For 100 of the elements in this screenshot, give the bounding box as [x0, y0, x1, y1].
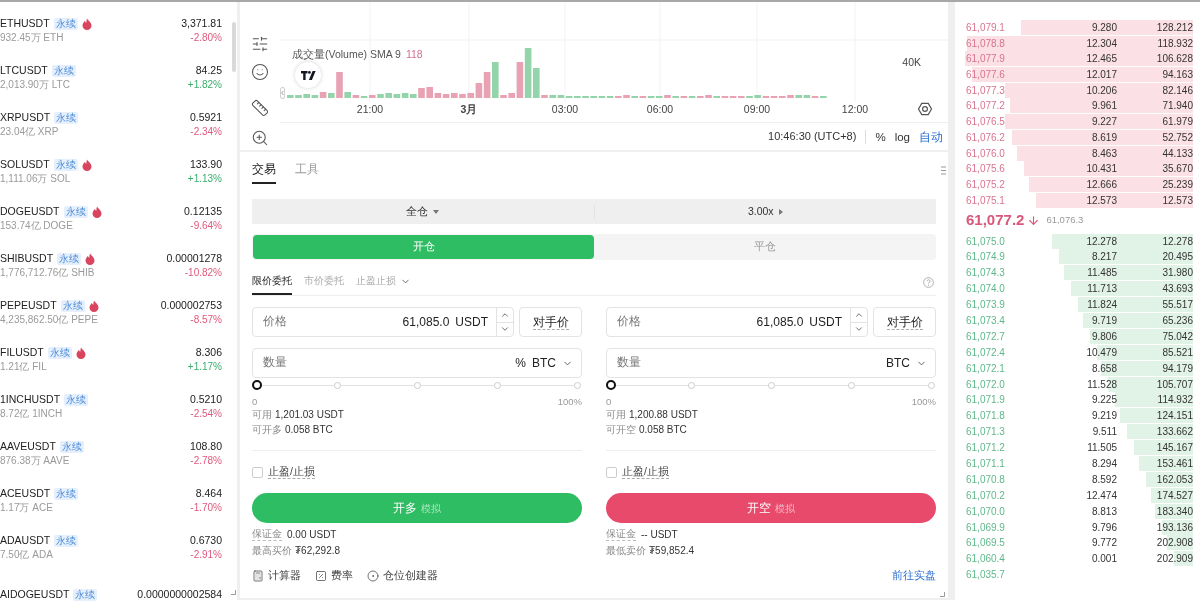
bid-price[interactable]: 61,071.3: [958, 424, 1047, 440]
pair-symbol[interactable]: ETHUSDT: [0, 17, 50, 30]
pair-symbol[interactable]: ADAUSDT: [0, 534, 51, 547]
order-type-tab[interactable]: 市价委托: [304, 275, 344, 295]
ask-price[interactable]: 61,076.5: [958, 114, 1047, 130]
ask-price[interactable]: 61,075.1: [958, 192, 1047, 208]
tpsl-checkbox[interactable]: [606, 466, 617, 478]
pair-symbol[interactable]: SOLUSDT: [0, 158, 50, 171]
help-icon[interactable]: [923, 277, 934, 288]
chart-logo-icon[interactable]: [295, 62, 321, 88]
position-tab[interactable]: 开仓: [253, 235, 594, 259]
scale-mode-button[interactable]: %: [875, 129, 886, 144]
smiley-icon[interactable]: [251, 63, 269, 81]
order-type-tab[interactable]: 止盈止损: [356, 275, 411, 295]
bid-price[interactable]: 61,072.7: [958, 328, 1047, 344]
bid-price[interactable]: 61,069.9: [958, 519, 1047, 535]
resize-handle-icon[interactable]: [231, 590, 236, 595]
bid-price[interactable]: 61,075.0: [958, 233, 1047, 249]
panel-tab[interactable]: 交易: [252, 162, 276, 184]
pair-symbol[interactable]: SHIBUSDT: [0, 252, 54, 265]
tpsl-label[interactable]: 止盈/止损: [268, 465, 315, 479]
pair-symbol[interactable]: LTCUSDT: [0, 64, 48, 77]
menu-icon[interactable]: [941, 166, 946, 175]
slider-track[interactable]: [252, 380, 582, 390]
slider-track[interactable]: [606, 380, 936, 390]
ask-price[interactable]: 61,077.9: [958, 51, 1047, 67]
zoom-in-icon[interactable]: [251, 129, 269, 147]
open-short-button[interactable]: 开空 模拟: [606, 493, 936, 523]
pair-symbol[interactable]: DOGEUSDT: [0, 205, 60, 218]
unit-label[interactable]: BTC: [886, 354, 910, 372]
margin-mode-button[interactable]: 全仓: [252, 203, 594, 220]
counter-price-button[interactable]: 对手价: [519, 307, 582, 337]
bid-price[interactable]: 61,073.4: [958, 313, 1047, 328]
pair-symbol[interactable]: 1INCHUSDT: [0, 393, 61, 406]
bid-price[interactable]: 61,035.7: [958, 567, 1193, 583]
ask-price[interactable]: 61,079.1: [958, 20, 1047, 35]
bid-price[interactable]: 61,071.9: [958, 392, 1047, 408]
pair-symbol[interactable]: AAVEUSDT: [0, 440, 56, 453]
ask-price[interactable]: 61,077.6: [958, 67, 1047, 83]
ask-price[interactable]: 61,078.8: [958, 35, 1047, 51]
ruler-icon[interactable]: [251, 99, 269, 117]
tool-button[interactable]: 计算器: [252, 568, 301, 584]
slider-thumb[interactable]: [606, 380, 616, 390]
settings-icon[interactable]: [917, 102, 933, 116]
tool-button[interactable]: 仓位创建器: [367, 568, 438, 584]
percent-toggle[interactable]: %: [515, 354, 526, 372]
pair-symbol[interactable]: XRPUSDT: [0, 111, 51, 124]
bid-price[interactable]: 61,074.0: [958, 281, 1047, 297]
tpsl-checkbox[interactable]: [252, 466, 263, 478]
ask-price[interactable]: 61,075.6: [958, 161, 1047, 177]
pair-symbol[interactable]: ACEUSDT: [0, 487, 51, 500]
bid-total: 202.909: [1155, 552, 1193, 567]
collapse-handle-icon[interactable]: [280, 87, 285, 99]
counter-price-button[interactable]: 对手价: [873, 307, 936, 337]
pair-symbol[interactable]: AIDOGEUSDT: [0, 588, 70, 601]
order-type-tab[interactable]: 限价委托: [252, 275, 292, 295]
bid-price[interactable]: 61,070.2: [958, 487, 1047, 503]
bid-price[interactable]: 61,073.9: [958, 297, 1047, 313]
unit-label[interactable]: BTC: [532, 354, 556, 372]
price-field[interactable]: 价格 61,085.0 USDT: [606, 307, 868, 337]
bid-price[interactable]: 61,074.3: [958, 265, 1047, 281]
panel-tab[interactable]: 工具: [295, 162, 319, 184]
ask-amount: 9.227: [1090, 115, 1117, 130]
ask-price[interactable]: 61,076.2: [958, 129, 1047, 145]
bid-price[interactable]: 61,069.5: [958, 535, 1047, 551]
margin-label: 保证金: [606, 527, 636, 541]
price-field[interactable]: 价格 61,085.0 USDT: [252, 307, 514, 337]
bid-total: 162.053: [1155, 472, 1193, 487]
quantity-field[interactable]: 数量 % BTC: [252, 348, 582, 378]
scale-mode-button[interactable]: 自动: [919, 129, 943, 144]
open-long-button[interactable]: 开多 模拟: [252, 493, 582, 523]
limit-price-label: 最高买价: [252, 543, 292, 558]
slider-step-icon: [333, 381, 341, 389]
bid-price[interactable]: 61,071.2: [958, 440, 1047, 456]
tool-button[interactable]: 费率: [315, 568, 353, 584]
resize-handle-icon[interactable]: [940, 592, 945, 597]
bid-price[interactable]: 61,072.1: [958, 360, 1047, 376]
live-trading-link[interactable]: 前往实盘: [892, 568, 936, 584]
quantity-field[interactable]: 数量 BTC: [606, 348, 936, 378]
pair-symbol[interactable]: PEPEUSDT: [0, 299, 57, 312]
ask-amount: 10.431: [1085, 162, 1117, 177]
bid-price[interactable]: 61,060.4: [958, 551, 1047, 567]
bid-price[interactable]: 61,072.0: [958, 376, 1047, 392]
bid-price[interactable]: 61,070.0: [958, 503, 1047, 519]
tpsl-label[interactable]: 止盈/止损: [622, 465, 669, 479]
sliders-icon[interactable]: [251, 35, 269, 53]
bid-price[interactable]: 61,071.8: [958, 408, 1047, 424]
position-tab[interactable]: 平仓: [594, 235, 935, 259]
bid-price[interactable]: 61,072.4: [958, 344, 1047, 360]
ask-price[interactable]: 61,076.0: [958, 145, 1047, 161]
ask-price[interactable]: 61,077.2: [958, 98, 1047, 114]
bid-price[interactable]: 61,074.9: [958, 249, 1047, 265]
leverage-button[interactable]: 3.00x: [594, 203, 936, 220]
ask-price[interactable]: 61,075.2: [958, 176, 1047, 192]
scale-mode-button[interactable]: log: [894, 129, 910, 144]
bid-price[interactable]: 61,071.1: [958, 456, 1047, 472]
bid-price[interactable]: 61,070.8: [958, 471, 1047, 487]
pair-symbol[interactable]: FILUSDT: [0, 346, 44, 359]
slider-thumb[interactable]: [252, 380, 262, 390]
ask-price[interactable]: 61,077.3: [958, 82, 1047, 98]
